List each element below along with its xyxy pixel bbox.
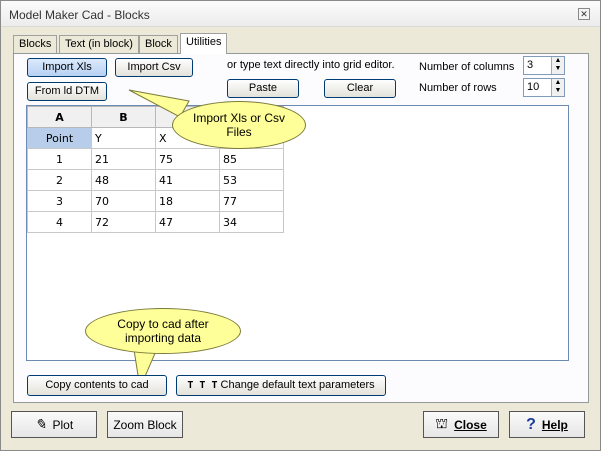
plot-label: Plot	[52, 417, 74, 432]
close-icon[interactable]: ✕	[578, 8, 590, 20]
help-label: Help	[541, 417, 568, 432]
zoom-block-button[interactable]: Zoom Block	[107, 411, 183, 438]
close-button[interactable]: ⛫ Close	[423, 411, 499, 438]
pen-icon: ✎	[34, 416, 47, 432]
text-params-icon: T T T	[187, 380, 218, 391]
dialog-window: Model Maker Cad - Blocks ✕ Blocks Text (…	[0, 0, 601, 451]
change-text-parameters-button[interactable]: T T T Change default text parameters	[176, 375, 386, 396]
window-title: Model Maker Cad - Blocks	[9, 8, 150, 22]
callout-pointers	[128, 89, 190, 390]
change-text-parameters-label: Change default text parameters	[220, 379, 375, 391]
copy-contents-to-cad-button[interactable]: Copy contents to cad	[27, 375, 167, 396]
copy-callout-text: Copy to cad after importing data	[117, 317, 209, 345]
title-bar: Model Maker Cad - Blocks ✕	[1, 1, 600, 27]
tab-blocks[interactable]: Blocks	[13, 35, 58, 53]
door-icon: ⛫	[435, 415, 449, 431]
import-callout-text: Import Xls or Csv Files	[192, 111, 285, 139]
tab-block[interactable]: Block	[139, 35, 178, 53]
plot-button[interactable]: ✎ Plot	[11, 411, 97, 438]
tab-utilities[interactable]: Utilities	[180, 33, 228, 54]
tab-text-in-block[interactable]: Text (in block)	[59, 35, 139, 53]
copy-callout: Copy to cad after importing data	[85, 308, 241, 354]
utilities-panel: Import Xls Import Csv From ld DTM or typ…	[13, 53, 589, 403]
help-button[interactable]: ? Help	[509, 411, 585, 438]
close-label: Close	[454, 417, 487, 432]
import-callout: Import Xls or Csv Files	[172, 101, 306, 149]
zoom-block-label: Zoom Block	[113, 417, 177, 432]
question-icon: ?	[526, 415, 536, 433]
